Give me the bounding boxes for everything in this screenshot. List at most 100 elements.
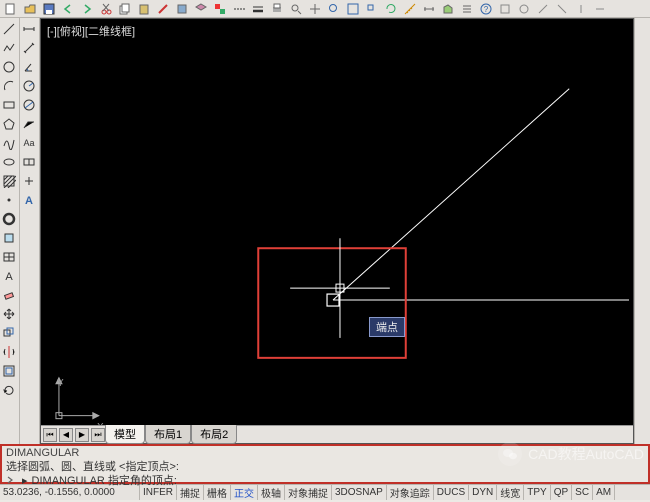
tab-layout1[interactable]: 布局1 [145, 425, 191, 444]
region-icon[interactable] [0, 229, 18, 247]
tool-f-icon[interactable] [591, 1, 609, 17]
drawing-svg [41, 19, 633, 426]
dist-icon[interactable] [420, 1, 438, 17]
status-otrack[interactable]: 对象追踪 [387, 485, 434, 500]
status-dyn[interactable]: DYN [469, 485, 497, 500]
layout-tabs: ⏮ ◀ ▶ ⏭ 模型 布局1 布局2 [41, 425, 633, 443]
svg-text:Aa: Aa [23, 138, 34, 148]
circle-icon[interactable] [0, 58, 18, 76]
erase-icon[interactable] [0, 286, 18, 304]
lineweight-icon[interactable] [249, 1, 267, 17]
copy2-icon[interactable] [0, 324, 18, 342]
undo-icon[interactable] [59, 1, 77, 17]
tab-layout2[interactable]: 布局2 [191, 425, 237, 444]
arc-icon[interactable] [0, 77, 18, 95]
new-file-icon[interactable] [2, 1, 20, 17]
pan-icon[interactable] [306, 1, 324, 17]
status-ducs[interactable]: DUCS [434, 485, 469, 500]
ellipse-icon[interactable] [0, 153, 18, 171]
text-icon[interactable]: A [0, 267, 18, 285]
table-icon[interactable] [0, 248, 18, 266]
top-toolbar: ? [0, 0, 650, 18]
rotate-icon[interactable] [0, 381, 18, 399]
polygon-icon[interactable] [0, 115, 18, 133]
line-icon[interactable] [0, 20, 18, 38]
zoom-window-icon[interactable] [363, 1, 381, 17]
paste-icon[interactable] [135, 1, 153, 17]
tool-a-icon[interactable] [496, 1, 514, 17]
color-icon[interactable] [211, 1, 229, 17]
tool-c-icon[interactable] [534, 1, 552, 17]
left-toolbar-annotate: Aa A [20, 18, 40, 444]
donut-icon[interactable] [0, 210, 18, 228]
save-icon[interactable] [40, 1, 58, 17]
move-icon[interactable] [0, 305, 18, 323]
cut-icon[interactable] [97, 1, 115, 17]
status-tpy[interactable]: TPY [524, 485, 550, 500]
redo-icon[interactable] [78, 1, 96, 17]
dim-angular-icon[interactable] [20, 58, 38, 76]
tool-d-icon[interactable] [553, 1, 571, 17]
tab-nav-last[interactable]: ⏭ [91, 428, 105, 442]
spline-icon[interactable] [0, 134, 18, 152]
left-toolbar-draw: A [0, 18, 20, 444]
tab-nav-prev[interactable]: ◀ [59, 428, 73, 442]
zoom-extents-icon[interactable] [344, 1, 362, 17]
svg-text:?: ? [484, 5, 489, 14]
status-am[interactable]: AM [593, 485, 615, 500]
status-infer[interactable]: INFER [140, 485, 177, 500]
tab-nav-first[interactable]: ⏮ [43, 428, 57, 442]
status-qp[interactable]: QP [551, 485, 572, 500]
status-3dosnap[interactable]: 3DOSNAP [332, 485, 387, 500]
block-icon[interactable] [173, 1, 191, 17]
tool-b-icon[interactable] [515, 1, 533, 17]
layer-icon[interactable] [192, 1, 210, 17]
zoom-icon[interactable] [325, 1, 343, 17]
offset-icon[interactable] [0, 362, 18, 380]
status-grid[interactable]: 栅格 [204, 485, 231, 500]
list-icon[interactable] [458, 1, 476, 17]
open-icon[interactable] [21, 1, 39, 17]
status-lwt[interactable]: 线宽 [497, 485, 524, 500]
ucs-label-y: Y [57, 378, 64, 389]
status-ortho[interactable]: 正交 [231, 485, 258, 500]
linetype-icon[interactable] [230, 1, 248, 17]
tool-e-icon[interactable] [572, 1, 590, 17]
dim-aligned-icon[interactable] [20, 39, 38, 57]
snap-tooltip: 端点 [369, 317, 405, 337]
svg-text:A: A [25, 195, 33, 207]
regen-icon[interactable] [382, 1, 400, 17]
watermark-text: CAD教程AutoCAD [528, 444, 644, 464]
status-polar[interactable]: 极轴 [258, 485, 285, 500]
print-icon[interactable] [268, 1, 286, 17]
center-icon[interactable] [20, 172, 38, 190]
status-sc[interactable]: SC [572, 485, 593, 500]
measure-icon[interactable] [401, 1, 419, 17]
vertical-scrollbar[interactable] [634, 18, 650, 444]
rect-icon[interactable] [0, 96, 18, 114]
status-osnap[interactable]: 对象捕捉 [285, 485, 332, 500]
preview-icon[interactable] [287, 1, 305, 17]
match-prop-icon[interactable] [154, 1, 172, 17]
dim-linear-icon[interactable] [20, 20, 38, 38]
leader-icon[interactable] [20, 115, 38, 133]
point-icon[interactable] [0, 191, 18, 209]
dim-radius-icon[interactable] [20, 77, 38, 95]
hatch-icon[interactable] [0, 172, 18, 190]
copy-icon[interactable] [116, 1, 134, 17]
area-icon[interactable] [439, 1, 457, 17]
polyline-icon[interactable] [0, 39, 18, 57]
mtext-icon[interactable]: Aa [20, 134, 38, 152]
status-snap[interactable]: 捕捉 [177, 485, 204, 500]
dim-diameter-icon[interactable] [20, 96, 38, 114]
watermark: CAD教程AutoCAD [498, 442, 644, 466]
mirror-icon[interactable] [0, 343, 18, 361]
drawing-canvas[interactable]: [-][俯视][二维线框] 端点 Y [40, 18, 634, 444]
svg-text:A: A [5, 271, 13, 283]
tab-model[interactable]: 模型 [105, 425, 145, 444]
wechat-icon [498, 442, 522, 466]
help-icon[interactable]: ? [477, 1, 495, 17]
aletter-icon[interactable]: A [20, 191, 38, 209]
tab-nav-next[interactable]: ▶ [75, 428, 89, 442]
tolerance-icon[interactable] [20, 153, 38, 171]
